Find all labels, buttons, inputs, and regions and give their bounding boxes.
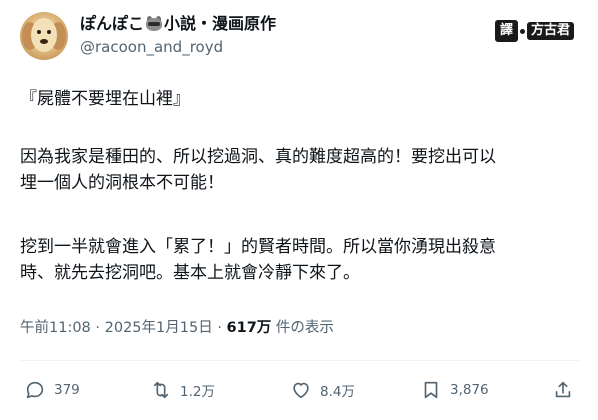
display-name-part1: ぽんぽこ: [80, 14, 145, 33]
avatar[interactable]: [20, 12, 68, 60]
watermark-badge: 譯: [494, 20, 518, 42]
display-name[interactable]: ぽんぽこ 小説・漫画原作: [80, 14, 276, 34]
meta-separator: ·: [217, 320, 222, 336]
like-button[interactable]: 8.4万: [290, 376, 355, 404]
bookmark-icon: [424, 381, 438, 399]
watermark-dot: [519, 28, 525, 34]
raccoon-icon: [145, 16, 163, 32]
divider: [20, 360, 580, 361]
tweet-line: 因為我家是種田的、所以挖過洞、真的難度超高的！要挖出可以: [20, 147, 496, 167]
tweet-line: 埋一個人的洞根本不可能！: [20, 173, 224, 193]
share-button[interactable]: [552, 376, 582, 404]
reply-count: 379: [54, 382, 80, 398]
tweet-meta: 午前11:08 · 2025年1月15日 · 617万 件の表示: [20, 318, 334, 338]
like-count: 8.4万: [320, 384, 355, 400]
heart-icon: [293, 382, 309, 399]
tweet-line: 『屍體不要埋在山裡』: [20, 89, 190, 109]
post-date[interactable]: 2025年1月15日: [105, 320, 213, 336]
tweet-paragraph-title: 『屍體不要埋在山裡』: [20, 86, 580, 112]
retweet-count: 1.2万: [180, 384, 215, 400]
watermark-text: 方古君: [526, 22, 574, 40]
reply-button[interactable]: 379: [24, 376, 80, 404]
share-icon: [555, 381, 571, 398]
tweet-line: 挖到一半就會進入「累了！」的賢者時間。所以當你湧現出殺意: [20, 237, 496, 257]
tweet-paragraph-2: 因為我家是種田的、所以挖過洞、真的難度超高的！要挖出可以 埋一個人的洞根本不可能…: [20, 144, 580, 196]
author-info: ぽんぽこ 小説・漫画原作 @racoon_and_royd: [80, 14, 276, 57]
tweet-paragraph-3: 挖到一半就會進入「累了！」的賢者時間。所以當你湧現出殺意 時、就先去挖洞吧。基本…: [20, 234, 580, 286]
translator-watermark: 譯 方古君: [494, 20, 574, 42]
reply-icon: [26, 381, 44, 399]
user-handle[interactable]: @racoon_and_royd: [80, 37, 276, 57]
views-count: 617万: [226, 320, 272, 336]
retweet-icon: [153, 381, 169, 399]
views-label: 件の表示: [275, 320, 334, 336]
bookmark-button[interactable]: 3,876: [420, 376, 489, 404]
tweet-line: 時、就先去挖洞吧。基本上就會冷靜下來了。: [20, 263, 360, 283]
display-name-part2: 小説・漫画原作: [164, 14, 277, 33]
retweet-button[interactable]: 1.2万: [150, 376, 215, 404]
tweet-header: ぽんぽこ 小説・漫画原作 @racoon_and_royd 譯 方古君: [20, 12, 580, 64]
action-bar: 379 1.2万 8.4万 3,876: [24, 376, 576, 404]
bookmark-count: 3,876: [450, 382, 489, 398]
meta-separator: ·: [95, 320, 101, 336]
post-time[interactable]: 午前11:08: [20, 320, 91, 336]
